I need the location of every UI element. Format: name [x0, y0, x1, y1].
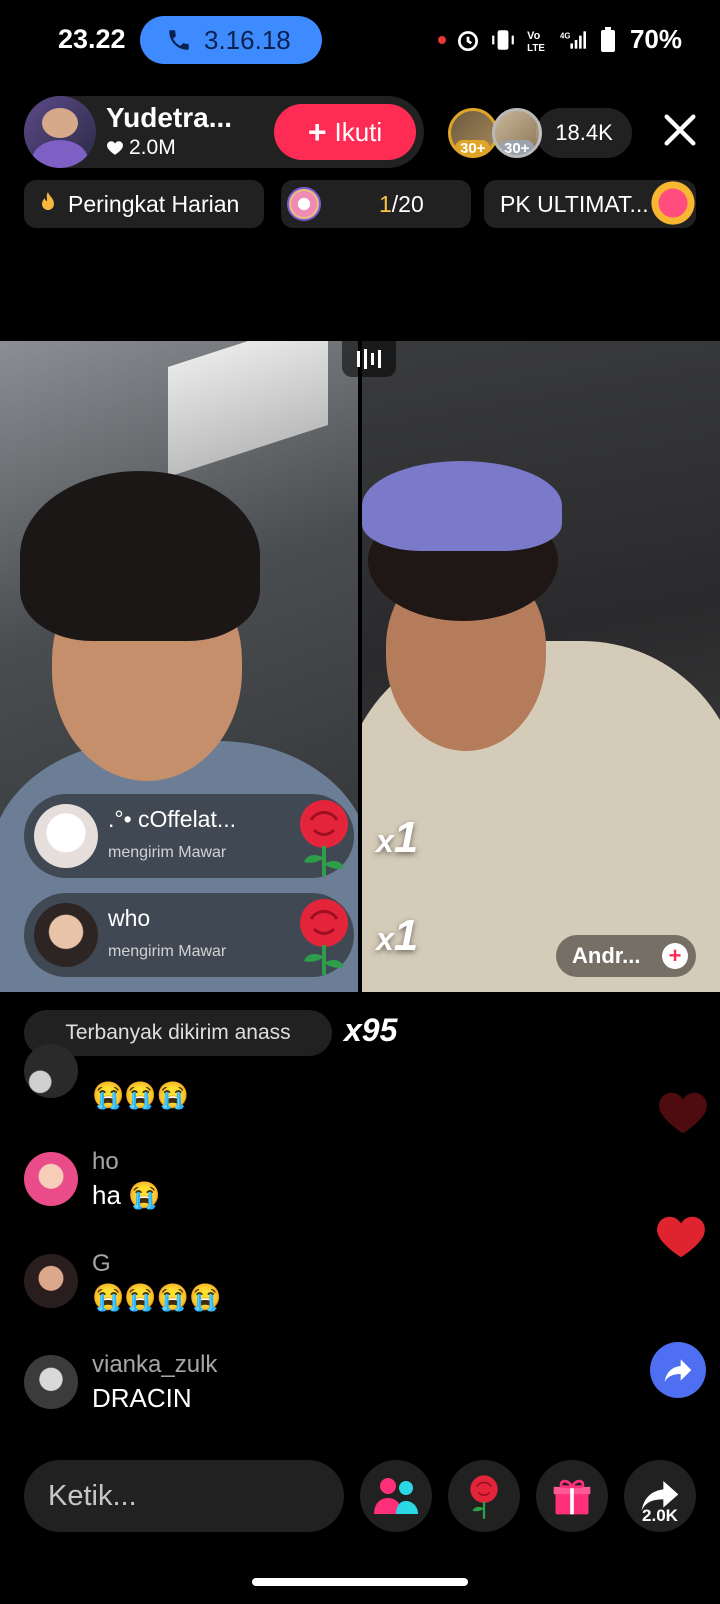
battery-level: 70% — [629, 24, 682, 54]
svg-text:Vo: Vo — [527, 29, 540, 41]
donut-icon — [287, 187, 321, 221]
pk-ultimate-label: PK ULTIMAT... — [500, 190, 649, 217]
bars-icon — [357, 349, 381, 369]
host-hair — [20, 471, 260, 641]
gift-combo-count: x1 — [376, 911, 418, 961]
home-indicator[interactable] — [252, 1578, 468, 1586]
share-button[interactable]: 2.0K — [624, 1460, 696, 1532]
donut-goal-progress: 1/20 — [379, 191, 424, 218]
opponent-video[interactable] — [362, 341, 720, 992]
guest-name: Andr... — [572, 943, 641, 968]
viewer-avatar[interactable]: 30+ — [448, 108, 498, 158]
chat-text: 😭😭😭 — [92, 1080, 190, 1110]
volte-icon: VoLTE — [527, 29, 545, 52]
plus-icon: + — [307, 113, 327, 150]
multi-guest-icon — [374, 1478, 418, 1514]
donut-goal-total: /20 — [391, 190, 424, 217]
rose-icon — [300, 800, 348, 876]
sender-name: who — [108, 905, 151, 931]
sender-avatar[interactable] — [34, 903, 98, 967]
fire-icon — [42, 192, 54, 210]
gift-combo-count: x1 — [376, 813, 418, 863]
chat-avatar[interactable] — [24, 1254, 78, 1308]
combo-value: 1 — [393, 911, 419, 960]
pk-badge-icon — [648, 178, 698, 228]
share-arrow-icon — [664, 1359, 692, 1382]
follow-button[interactable]: + Ikuti — [274, 104, 416, 160]
record-dot-icon — [437, 35, 446, 44]
viewer-avatar[interactable]: 30+ — [492, 108, 542, 158]
gift-action: mengirim Mawar — [108, 943, 227, 960]
add-guest-icon[interactable]: + — [662, 943, 688, 969]
chat-username: ho — [92, 1148, 119, 1175]
sender-avatar[interactable] — [34, 804, 98, 868]
background-ac-unit — [168, 341, 328, 477]
donut-goal-chip[interactable]: 1/20 — [281, 180, 471, 228]
status-icons: Vo LTE 4G 70% — [437, 24, 682, 55]
host-likes: 2.0M — [106, 136, 176, 160]
floating-heart-icon — [659, 1092, 707, 1134]
viewer-count[interactable]: 18.4K — [536, 108, 632, 158]
share-count: 2.0K — [642, 1506, 678, 1525]
gift-button[interactable] — [536, 1460, 608, 1532]
4g-signal-icon: 4G — [560, 31, 586, 49]
rose-icon — [470, 1475, 498, 1519]
chat-text: ha 😭 — [92, 1180, 161, 1210]
host-avatar[interactable] — [24, 96, 96, 168]
rose-gift-button[interactable] — [448, 1460, 520, 1532]
combo-prefix: x — [376, 823, 394, 859]
gift-action: mengirim Mawar — [108, 844, 227, 861]
chat-avatar[interactable] — [24, 1044, 78, 1098]
battery-icon — [600, 26, 615, 52]
chat-avatar[interactable] — [24, 1152, 78, 1206]
call-timer: 3.16.18 — [204, 24, 291, 55]
close-icon[interactable] — [660, 110, 700, 150]
vibrate-icon — [492, 29, 514, 50]
gift-icon — [553, 1479, 591, 1515]
combo-prefix: x — [376, 921, 394, 957]
daily-ranking-chip[interactable]: Peringkat Harian — [24, 180, 264, 228]
sender-name: .°• cOffelat... — [108, 806, 237, 832]
donut-goal-current: 1 — [379, 190, 392, 217]
viewer-rank-badge: 30+ — [455, 140, 491, 155]
host-likes-count: 2.0M — [129, 136, 176, 159]
clock: 23.22 — [58, 24, 126, 54]
chat-username: G — [92, 1250, 111, 1277]
status-bar: 23.22 3.16.18 Vo LTE 4G 70% — [0, 0, 720, 80]
host-name: Yudetra... — [106, 102, 233, 133]
layout-toggle[interactable] — [342, 341, 396, 377]
gift-notification[interactable]: who mengirim Mawar — [24, 893, 354, 977]
top-sender-banner[interactable]: Terbanyak dikirim anass — [24, 1010, 332, 1056]
gift-notification[interactable]: .°• cOffelat... mengirim Mawar — [24, 794, 354, 878]
chat-avatar[interactable] — [24, 1355, 78, 1409]
quick-share-button[interactable] — [650, 1342, 706, 1398]
rose-icon — [300, 899, 348, 975]
alarm-icon — [457, 30, 478, 51]
guest-name-pill[interactable]: Andr... + — [556, 935, 696, 977]
multi-guest-button[interactable] — [360, 1460, 432, 1532]
chat-text: 😭😭😭😭 — [92, 1282, 222, 1312]
heart-icon — [107, 141, 123, 155]
daily-ranking-label: Peringkat Harian — [68, 190, 240, 217]
pk-battle-video[interactable]: .°• cOffelat... mengirim Mawar who mengi… — [0, 341, 720, 992]
combo-value: 1 — [393, 813, 419, 862]
top-sender-count: x95 — [344, 1012, 398, 1048]
comment-input[interactable]: Ketik... — [24, 1460, 344, 1532]
chat-username: vianka_zulk — [92, 1351, 218, 1378]
opponent-cap — [362, 461, 562, 551]
svg-text:LTE: LTE — [527, 42, 545, 52]
viewer-rank-badge: 30+ — [499, 140, 535, 155]
pk-ultimate-chip[interactable]: PK ULTIMAT... — [484, 178, 698, 228]
phone-icon — [169, 30, 189, 50]
svg-text:4G: 4G — [560, 31, 570, 40]
floating-heart-icon — [657, 1216, 705, 1258]
ongoing-call-pill[interactable]: 3.16.18 — [140, 16, 322, 64]
chat-text: DRACIN — [92, 1383, 192, 1413]
follow-label: Ikuti — [334, 116, 383, 147]
